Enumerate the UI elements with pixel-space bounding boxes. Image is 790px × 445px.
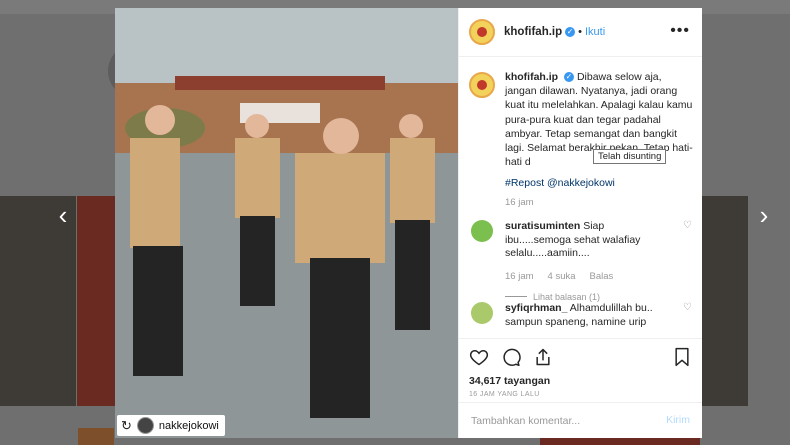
next-post-button[interactable]: ›: [754, 200, 774, 230]
caption-avatar[interactable]: [469, 72, 495, 98]
comment-username[interactable]: syfiqrhman_: [505, 302, 567, 314]
comment-text: suratisuminten Siap ibu.....semoga sehat…: [505, 220, 665, 261]
edited-tooltip: Telah disunting: [593, 149, 667, 164]
post-caption: khofifah.ip ✓ Dibawa selow aja, jangan d…: [469, 70, 694, 208]
separator-dot: •: [578, 26, 582, 38]
chevron-left-icon: ‹: [58, 200, 68, 230]
post-date[interactable]: 16 JAM YANG LALU: [469, 391, 540, 398]
repost-icon: ↻: [121, 417, 132, 433]
caption-timestamp[interactable]: 16 jam: [505, 197, 694, 208]
like-comment-heart-icon[interactable]: ♡: [683, 302, 692, 313]
like-heart-icon[interactable]: [469, 347, 489, 367]
comment-timestamp[interactable]: 16 jam: [505, 271, 534, 282]
background-thumbnail[interactable]: [77, 196, 115, 406]
view-replies-label: Lihat balasan (1): [533, 291, 601, 302]
profile-avatar[interactable]: [469, 19, 495, 45]
view-count[interactable]: 34,617 tayangan: [469, 375, 550, 387]
repost-badge[interactable]: ↻ nakkejokowi: [117, 415, 225, 436]
video-frame: [115, 8, 458, 438]
comment-item: syfiqrhman_ Alhamdulillah bu.. sampun sp…: [469, 302, 694, 329]
commenter-avatar[interactable]: [471, 302, 493, 324]
comment-item: suratisuminten Siap ibu.....semoga sehat…: [469, 220, 694, 302]
header-username[interactable]: khofifah.ip: [504, 26, 562, 38]
bookmark-icon[interactable]: [672, 347, 692, 367]
background-thumbnail[interactable]: [702, 196, 748, 406]
action-row: [469, 347, 553, 367]
post-header: khofifah.ip ✓ • Ikuti •••: [459, 8, 702, 57]
post-modal: ↻ nakkejokowi khofifah.ip ✓ • Ikuti ••• …: [115, 8, 702, 438]
background-thumbnail[interactable]: [78, 428, 114, 445]
chevron-right-icon: ›: [759, 200, 769, 230]
comment-input[interactable]: [469, 411, 653, 431]
comment-meta: 16 jam 4 suka Balas: [505, 271, 694, 282]
verified-badge-icon: ✓: [565, 27, 576, 37]
previous-post-button[interactable]: ‹: [53, 200, 73, 230]
comment-likes[interactable]: 4 suka: [548, 271, 576, 282]
post-panel: khofifah.ip ✓ • Ikuti ••• khofifah.ip ✓ …: [458, 8, 702, 438]
commenter-avatar[interactable]: [471, 220, 493, 242]
share-icon[interactable]: [533, 347, 553, 367]
verified-badge-icon: ✓: [564, 72, 575, 83]
follow-button[interactable]: Ikuti: [585, 26, 605, 38]
video-player[interactable]: ↻ nakkejokowi: [115, 8, 458, 438]
replies-divider: [505, 296, 527, 297]
caption-username[interactable]: khofifah.ip: [505, 71, 558, 83]
background-thumbnail[interactable]: [540, 438, 700, 445]
comment-bubble-icon[interactable]: [501, 347, 521, 367]
more-options-icon[interactable]: •••: [670, 22, 690, 40]
repost-avatar: [136, 417, 154, 434]
repost-hashtag-link[interactable]: #Repost @nakkejokowi: [505, 177, 694, 189]
post-comment-button[interactable]: Kirim: [666, 414, 690, 426]
post-actions: 34,617 tayangan 16 JAM YANG LALU: [459, 338, 702, 399]
comment-text: syfiqrhman_ Alhamdulillah bu.. sampun sp…: [505, 302, 665, 329]
add-comment-form: Kirim: [459, 402, 702, 439]
comment-username[interactable]: suratisuminten: [505, 220, 580, 232]
reply-button[interactable]: Balas: [590, 271, 614, 282]
like-comment-heart-icon[interactable]: ♡: [683, 220, 692, 231]
repost-username[interactable]: nakkejokowi: [159, 420, 219, 432]
view-replies-button[interactable]: Lihat balasan (1): [505, 292, 694, 302]
